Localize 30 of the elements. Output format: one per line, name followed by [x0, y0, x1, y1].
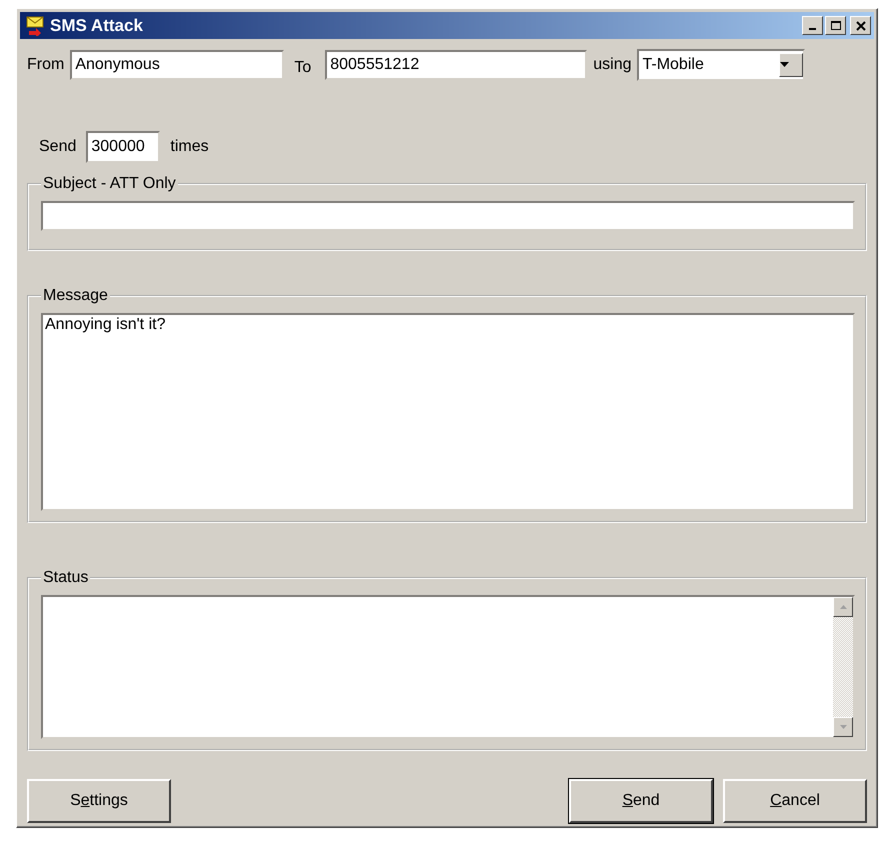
- up-arrow-icon: [840, 605, 846, 609]
- field-label: From: [27, 56, 64, 74]
- field-label: To: [294, 58, 312, 77]
- maximize-button[interactable]: [825, 16, 846, 35]
- from-field[interactable]: Anonymous: [70, 50, 284, 80]
- envelope-icon: [26, 16, 44, 36]
- close-icon: [856, 20, 866, 30]
- field-label: using: [593, 56, 632, 74]
- repeat-count-field[interactable]: 300000: [86, 131, 160, 163]
- minimize-icon: [809, 28, 816, 30]
- to-field[interactable]: 8005551212: [325, 50, 588, 80]
- scroll-down-button[interactable]: [833, 717, 853, 737]
- dialog-button[interactable]: Settings: [27, 779, 171, 823]
- dialog-button[interactable]: Cancel: [723, 779, 867, 823]
- group-title: Message: [42, 287, 109, 305]
- scrollbar[interactable]: [833, 597, 853, 737]
- message-field[interactable]: Annoying isn't it?: [41, 313, 855, 511]
- dialog-button[interactable]: Send: [569, 779, 713, 823]
- minimize-button[interactable]: [802, 16, 823, 35]
- field-label: times: [170, 138, 209, 156]
- group-title: Status: [42, 569, 90, 587]
- carrier-dropdown[interactable]: T-Mobile: [637, 49, 806, 81]
- group-title: Subject - ATT Only: [42, 175, 177, 193]
- subject-field[interactable]: [41, 201, 855, 231]
- field-label: Send: [39, 138, 76, 156]
- scroll-up-button[interactable]: [833, 597, 853, 617]
- down-arrow-icon: [840, 725, 846, 729]
- maximize-icon: [830, 20, 840, 30]
- window-title: SMS Attack: [50, 16, 144, 36]
- close-button[interactable]: [850, 16, 871, 35]
